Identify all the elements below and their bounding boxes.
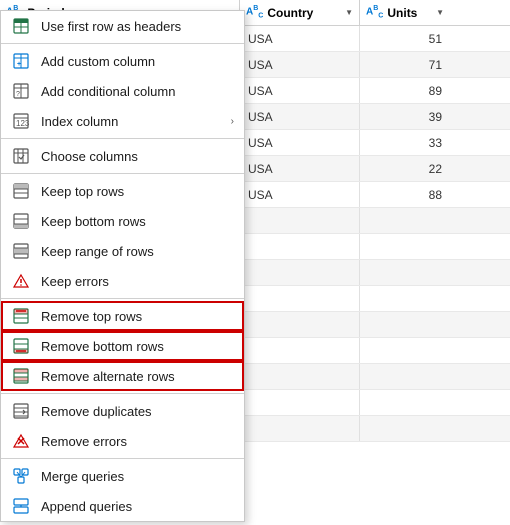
menu-item-label: Keep top rows (41, 184, 234, 199)
merge-icon (11, 466, 31, 486)
cell-units (360, 338, 450, 363)
menu-item-keep-errors[interactable]: Keep errors (1, 266, 244, 296)
menu-item-add-cond-col[interactable]: ? Add conditional column (1, 76, 244, 106)
cell-units (360, 416, 450, 441)
cell-units: 88 (360, 182, 450, 207)
country-type-icon: ABC (246, 5, 263, 19)
cell-units: 89 (360, 78, 450, 103)
cell-country (240, 208, 360, 233)
menu-item-label: Merge queries (41, 469, 234, 484)
menu-item-label: Remove errors (41, 434, 234, 449)
dedup-icon (11, 401, 31, 421)
svg-text:123: 123 (16, 119, 29, 128)
menu-item-append[interactable]: Append queries (1, 491, 244, 521)
svg-text:+: + (17, 61, 21, 68)
cell-units (360, 312, 450, 337)
menu-item-keep-bottom[interactable]: Keep bottom rows (1, 206, 244, 236)
menu-item-label: Add custom column (41, 54, 234, 69)
cell-country: USA (240, 182, 360, 207)
cell-units (360, 260, 450, 285)
units-col-label: Units (387, 6, 432, 20)
svg-text:?: ? (16, 91, 20, 98)
cell-country (240, 286, 360, 311)
cell-country (240, 234, 360, 259)
menu-item-merge[interactable]: Merge queries (1, 461, 244, 491)
menu-divider (1, 43, 244, 44)
cell-country: USA (240, 104, 360, 129)
choose-icon (11, 146, 31, 166)
cell-units: 51 (360, 26, 450, 51)
menu-item-add-custom-col[interactable]: + Add custom column (1, 46, 244, 76)
cell-country: USA (240, 26, 360, 51)
col-cond-icon: ? (11, 81, 31, 101)
remove-errors-icon (11, 431, 31, 451)
cell-units (360, 364, 450, 389)
menu-item-keep-range[interactable]: Keep range of rows (1, 236, 244, 266)
country-dropdown-icon[interactable]: ▼ (345, 8, 353, 17)
col-add-icon: + (11, 51, 31, 71)
cell-country: USA (240, 130, 360, 155)
menu-item-index-col[interactable]: 123 Index column › (1, 106, 244, 136)
menu-item-label: Remove alternate rows (41, 369, 234, 384)
cell-units (360, 390, 450, 415)
cell-units: 22 (360, 156, 450, 181)
menu-divider (1, 173, 244, 174)
cell-country: USA (240, 52, 360, 77)
keep-bottom-icon (11, 211, 31, 231)
cell-country (240, 260, 360, 285)
keep-errors-icon (11, 271, 31, 291)
menu-item-keep-top[interactable]: Keep top rows (1, 176, 244, 206)
menu-divider (1, 138, 244, 139)
menu-item-label: Add conditional column (41, 84, 234, 99)
cell-country: USA (240, 78, 360, 103)
cell-units: 39 (360, 104, 450, 129)
append-icon (11, 496, 31, 516)
table-header-icon (11, 16, 31, 36)
menu-item-label: Keep bottom rows (41, 214, 234, 229)
units-type-icon: ABC (366, 5, 383, 19)
menu-item-remove-top[interactable]: Remove top rows (1, 301, 244, 331)
remove-top-icon (11, 306, 31, 326)
menu-item-choose-cols[interactable]: Choose columns (1, 141, 244, 171)
cell-units (360, 234, 450, 259)
menu-item-remove-dupes[interactable]: Remove duplicates (1, 396, 244, 426)
cell-country (240, 312, 360, 337)
cell-country (240, 390, 360, 415)
submenu-arrow-icon: › (231, 116, 234, 127)
menu-item-label: Keep errors (41, 274, 234, 289)
cell-country: USA (240, 156, 360, 181)
cell-units (360, 208, 450, 233)
col-header-units[interactable]: ABC Units ▼ (360, 0, 450, 25)
cell-country (240, 338, 360, 363)
menu-item-label: Use first row as headers (41, 19, 234, 34)
menu-item-label: Choose columns (41, 149, 234, 164)
menu-divider (1, 393, 244, 394)
context-menu: Use first row as headers + Add custom co… (0, 10, 245, 522)
remove-alt-icon (11, 366, 31, 386)
menu-item-label: Keep range of rows (41, 244, 234, 259)
menu-item-remove-errors[interactable]: Remove errors (1, 426, 244, 456)
menu-item-remove-bottom[interactable]: Remove bottom rows (1, 331, 244, 361)
cell-units (360, 286, 450, 311)
cell-country (240, 364, 360, 389)
menu-divider (1, 298, 244, 299)
menu-item-label: Remove top rows (41, 309, 234, 324)
cell-country (240, 416, 360, 441)
keep-top-icon (11, 181, 31, 201)
keep-range-icon (11, 241, 31, 261)
country-col-label: Country (267, 6, 341, 20)
remove-bottom-icon (11, 336, 31, 356)
menu-item-use-first-row[interactable]: Use first row as headers (1, 11, 244, 41)
cell-units: 71 (360, 52, 450, 77)
menu-item-label: Index column (41, 114, 221, 129)
index-icon: 123 (11, 111, 31, 131)
menu-item-remove-alt[interactable]: Remove alternate rows (1, 361, 244, 391)
units-dropdown-icon[interactable]: ▼ (436, 8, 444, 17)
menu-item-label: Append queries (41, 499, 234, 514)
cell-units: 33 (360, 130, 450, 155)
menu-item-label: Remove duplicates (41, 404, 234, 419)
col-header-country[interactable]: ABC Country ▼ (240, 0, 360, 25)
menu-item-label: Remove bottom rows (41, 339, 234, 354)
menu-divider (1, 458, 244, 459)
